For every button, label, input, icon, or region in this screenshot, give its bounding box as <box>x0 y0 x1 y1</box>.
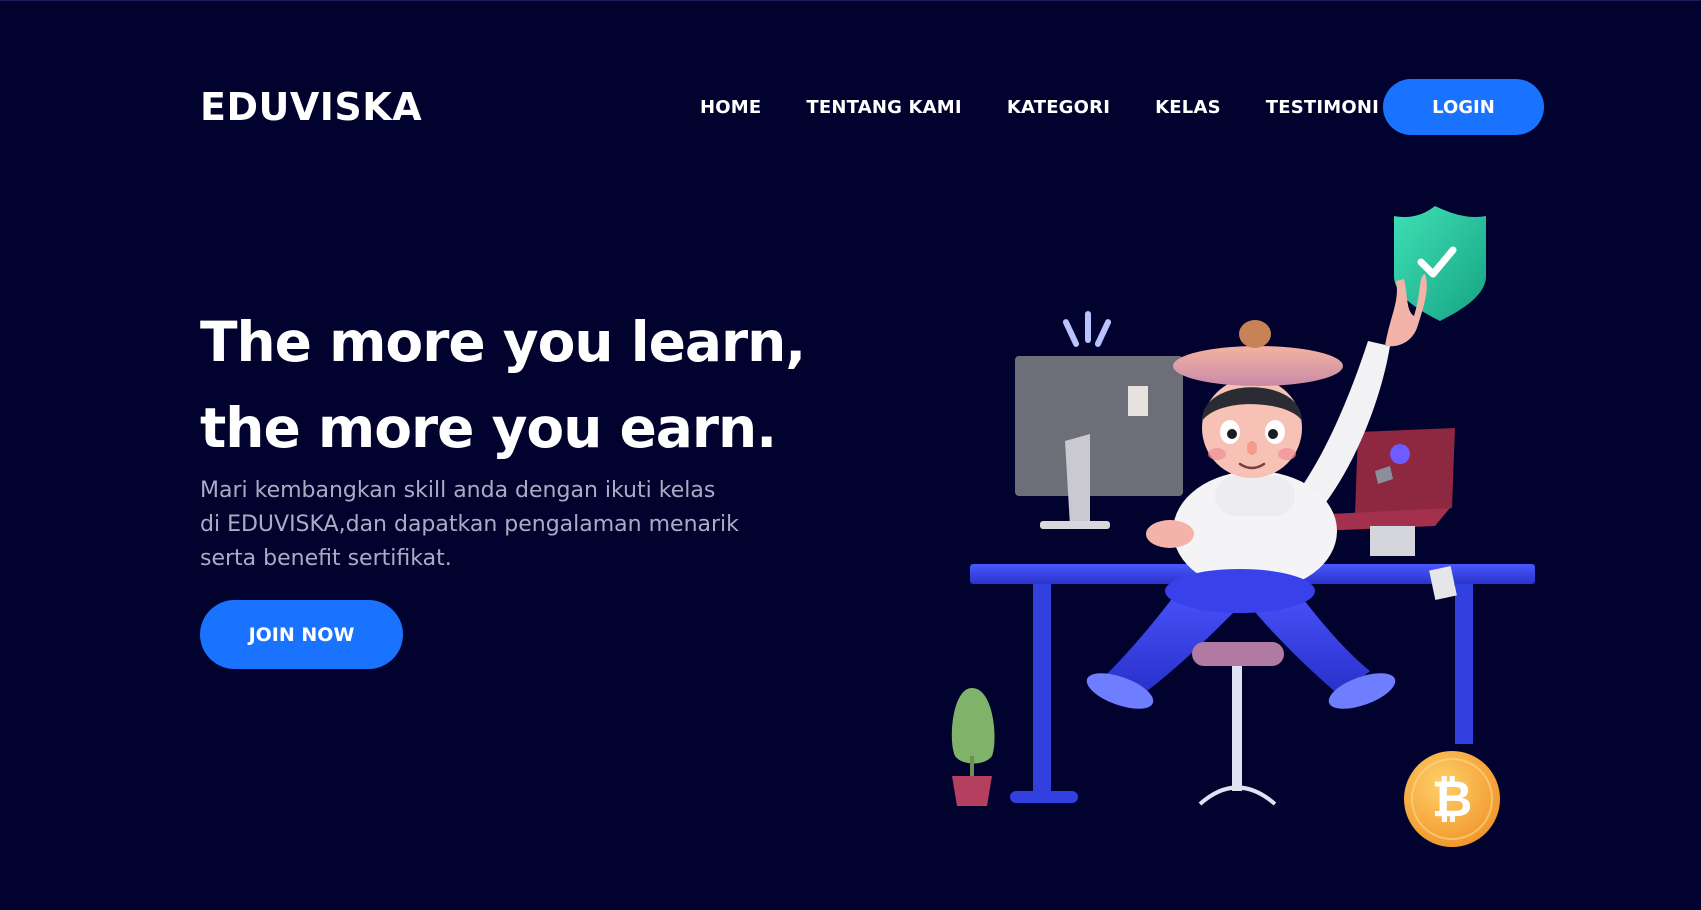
join-now-button[interactable]: JOIN NOW <box>200 600 403 669</box>
bitcoin-coin-icon: ₿ <box>1404 751 1500 847</box>
nav-item-home[interactable]: HOME <box>700 97 761 118</box>
hero-title-line-2: the more you earn. <box>200 396 777 460</box>
stool <box>1192 642 1284 806</box>
login-button[interactable]: LOGIN <box>1383 79 1544 135</box>
brand-logo[interactable]: EDUVISKA <box>200 85 422 129</box>
hero-title-line-1: The more you learn, <box>200 310 806 374</box>
main-nav: HOME TENTANG KAMI KATEGORI KELAS TESTIMO… <box>700 79 1424 135</box>
svg-text:₿: ₿ <box>1432 770 1473 828</box>
hero-description-line-3: serta benefit sertifikat. <box>200 546 452 571</box>
plant-icon <box>951 688 995 806</box>
nav-item-kategori[interactable]: KATEGORI <box>1007 97 1110 118</box>
nav-item-kelas[interactable]: KELAS <box>1155 97 1221 118</box>
monitor-icon <box>1015 356 1183 529</box>
attention-lines-icon <box>1062 311 1112 347</box>
hero-description-line-1: Mari kembangkan skill anda dengan ikuti … <box>200 478 716 503</box>
nav-item-tentang-kami[interactable]: TENTANG KAMI <box>806 97 961 118</box>
landing-page: EDUVISKA HOME TENTANG KAMI KATEGORI KELA… <box>0 0 1701 910</box>
hero-illustration: ₿ <box>951 206 1535 847</box>
hero-description: Mari kembangkan skill anda dengan ikuti … <box>200 474 780 576</box>
nav-item-testimoni[interactable]: TESTIMONI <box>1266 97 1379 118</box>
hero-description-line-2: di EDUVISKA,dan dapatkan pengalaman mena… <box>200 512 739 537</box>
hero-title: The more you learn, the more you earn. <box>200 299 806 471</box>
shield-check-icon <box>1394 206 1486 321</box>
